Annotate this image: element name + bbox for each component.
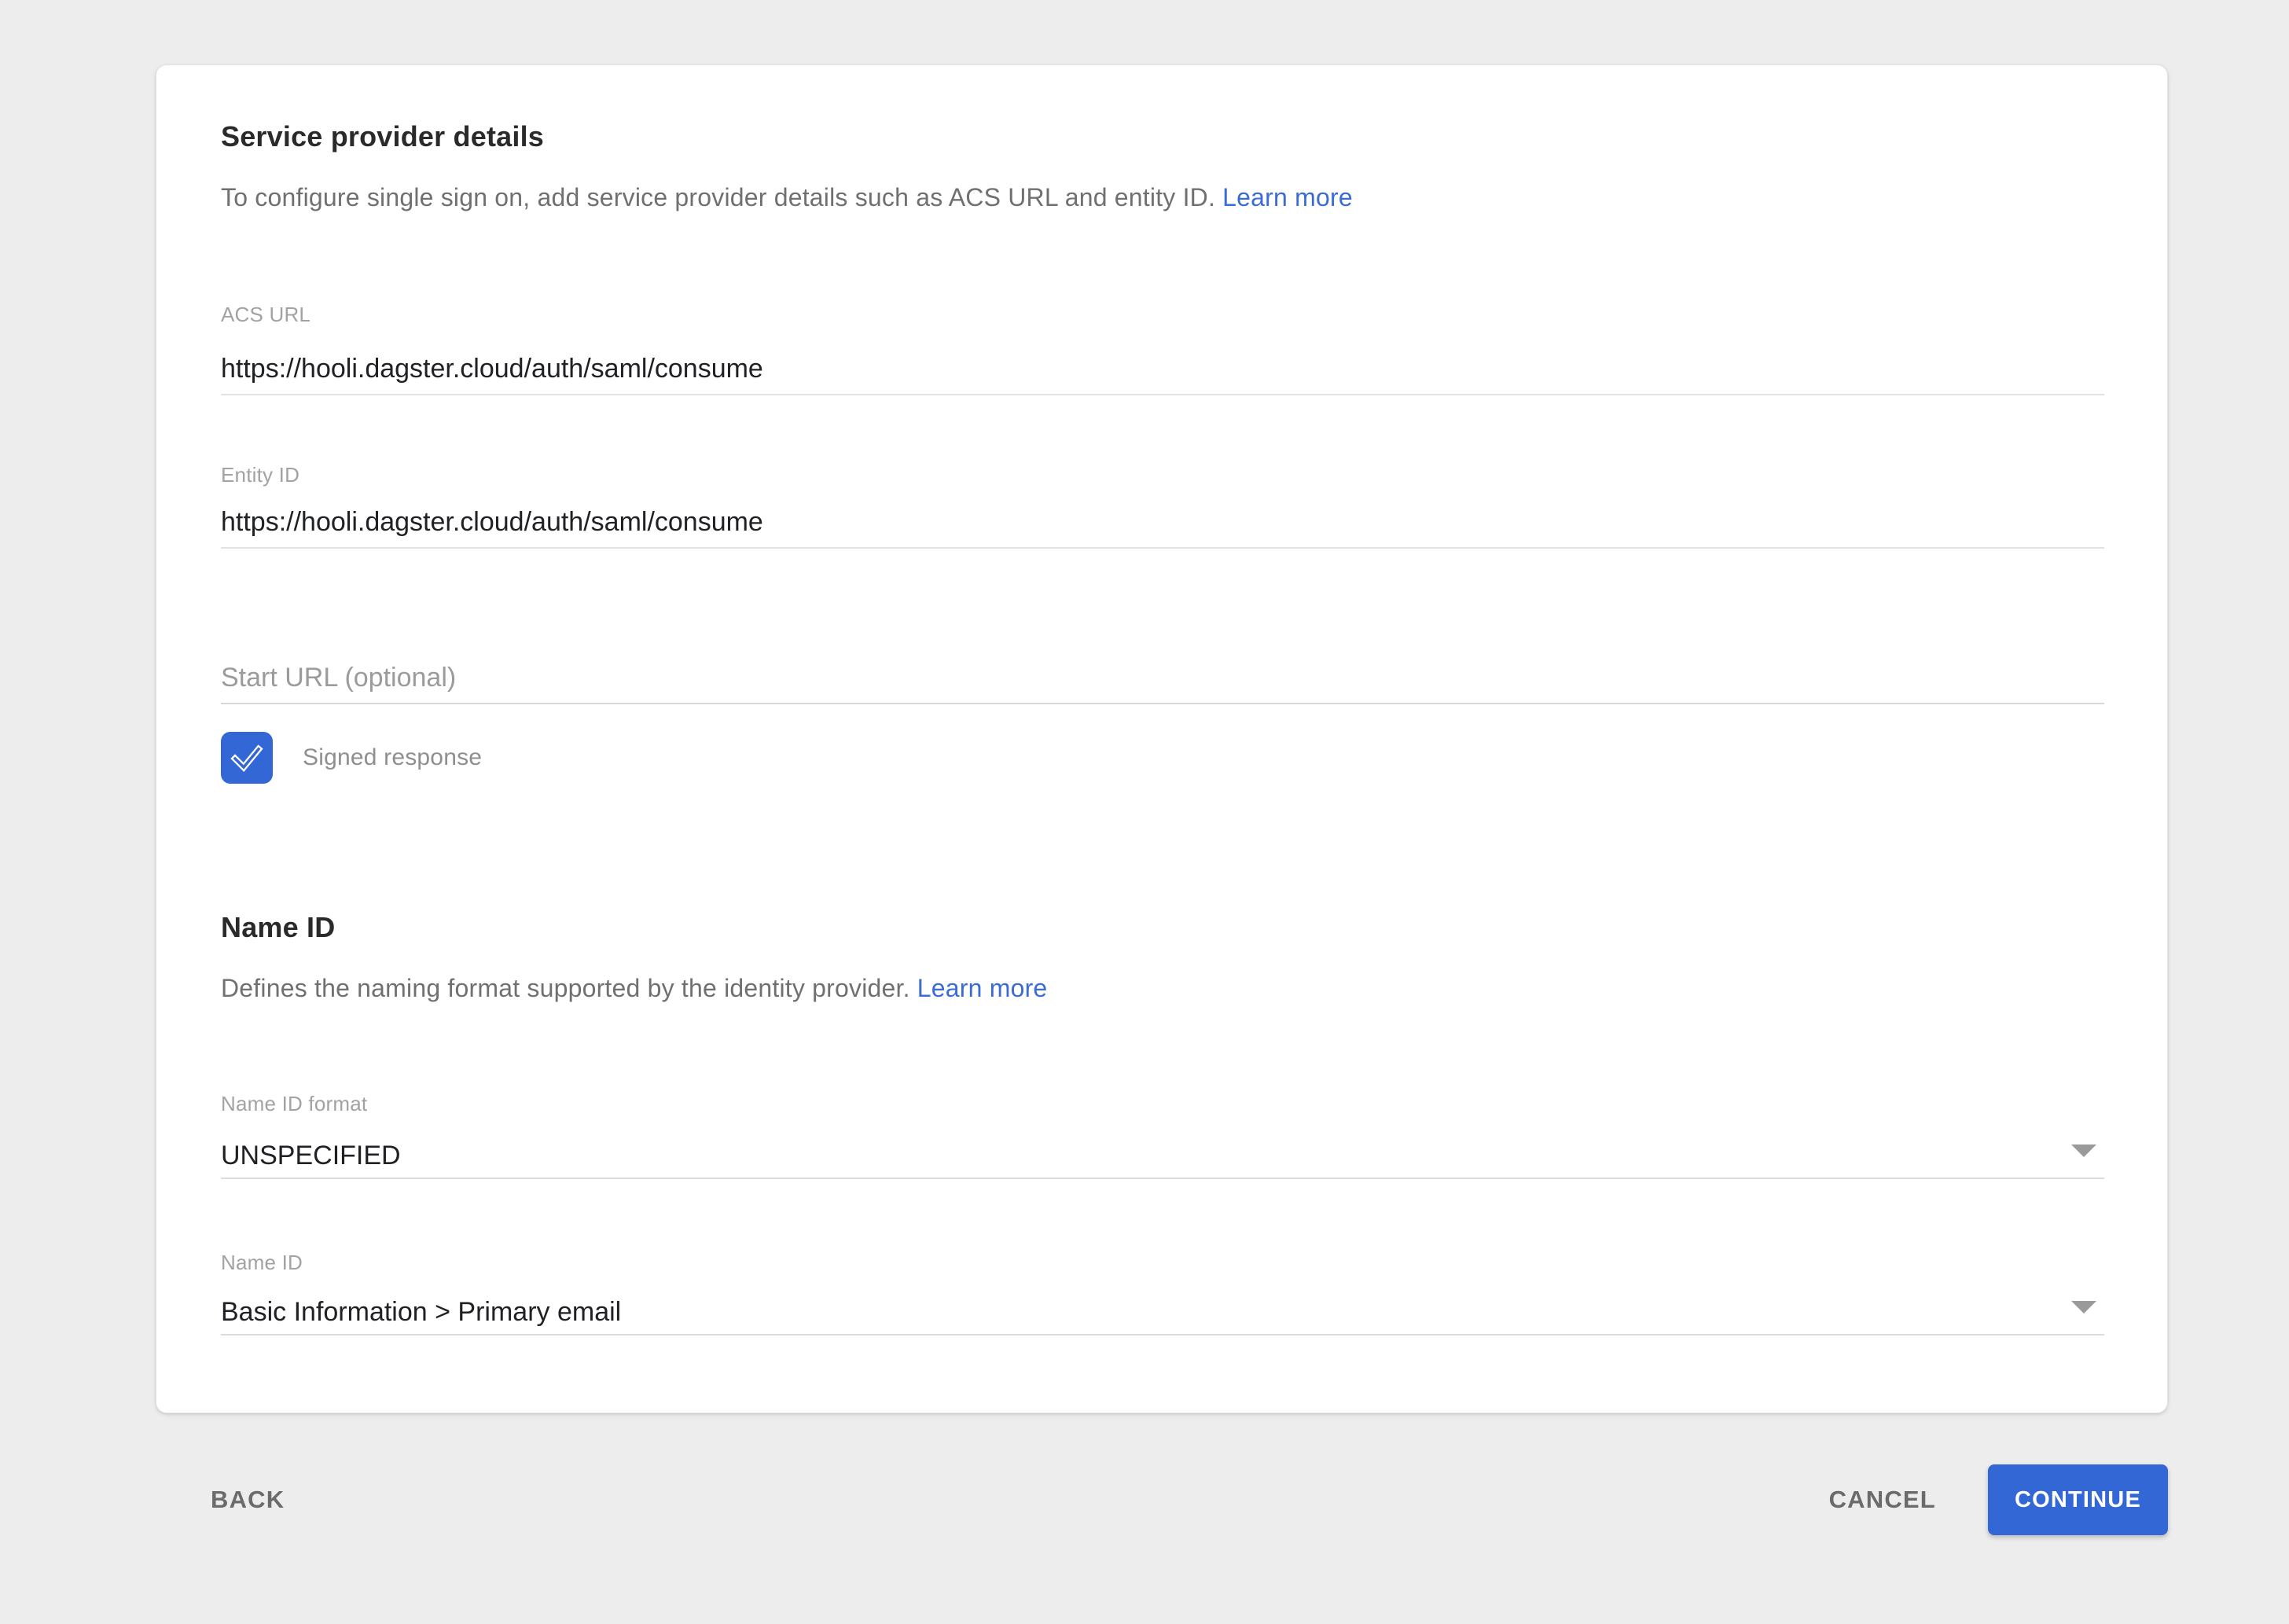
cancel-button[interactable]: CANCEL bbox=[1829, 1486, 1936, 1514]
dropdown-arrow-icon[interactable] bbox=[2071, 1145, 2096, 1157]
back-button[interactable]: BACK bbox=[211, 1486, 285, 1514]
name-id-label: Name ID bbox=[221, 1251, 303, 1275]
name-id-description: Defines the naming format supported by t… bbox=[221, 974, 2103, 1003]
acs-url-input[interactable] bbox=[221, 344, 2104, 395]
entity-id-input[interactable] bbox=[221, 497, 2104, 549]
footer-right-group: CANCEL CONTINUE bbox=[1829, 1464, 2168, 1535]
sso-config-page: Service provider details To configure si… bbox=[0, 0, 2289, 1624]
name-id-select[interactable]: Basic Information > Primary email bbox=[221, 1284, 2104, 1336]
name-id-description-text: Defines the naming format supported by t… bbox=[221, 974, 910, 1002]
learn-more-link-name-id[interactable]: Learn more bbox=[917, 974, 1048, 1002]
service-provider-description: To configure single sign on, add service… bbox=[221, 183, 2103, 212]
continue-button[interactable]: CONTINUE bbox=[1988, 1464, 2168, 1535]
signed-response-label: Signed response bbox=[303, 744, 482, 771]
learn-more-link-service-provider[interactable]: Learn more bbox=[1222, 183, 1353, 211]
entity-id-label: Entity ID bbox=[221, 463, 299, 487]
check-icon bbox=[229, 740, 265, 776]
name-id-format-select[interactable]: UNSPECIFIED bbox=[221, 1127, 2104, 1179]
name-id-value: Basic Information > Primary email bbox=[221, 1297, 621, 1328]
dropdown-arrow-icon[interactable] bbox=[2071, 1301, 2096, 1314]
section-title-service-provider: Service provider details bbox=[221, 120, 544, 153]
name-id-format-value: UNSPECIFIED bbox=[221, 1141, 401, 1171]
name-id-format-label: Name ID format bbox=[221, 1092, 367, 1116]
service-provider-card: Service provider details To configure si… bbox=[156, 64, 2168, 1413]
signed-response-checkbox[interactable] bbox=[221, 732, 273, 784]
start-url-input[interactable] bbox=[221, 652, 2104, 704]
section-title-name-id: Name ID bbox=[221, 911, 335, 944]
signed-response-row: Signed response bbox=[221, 732, 482, 784]
service-provider-description-text: To configure single sign on, add service… bbox=[221, 183, 1215, 211]
acs-url-label: ACS URL bbox=[221, 303, 310, 327]
wizard-footer: BACK CANCEL CONTINUE bbox=[211, 1464, 2168, 1535]
